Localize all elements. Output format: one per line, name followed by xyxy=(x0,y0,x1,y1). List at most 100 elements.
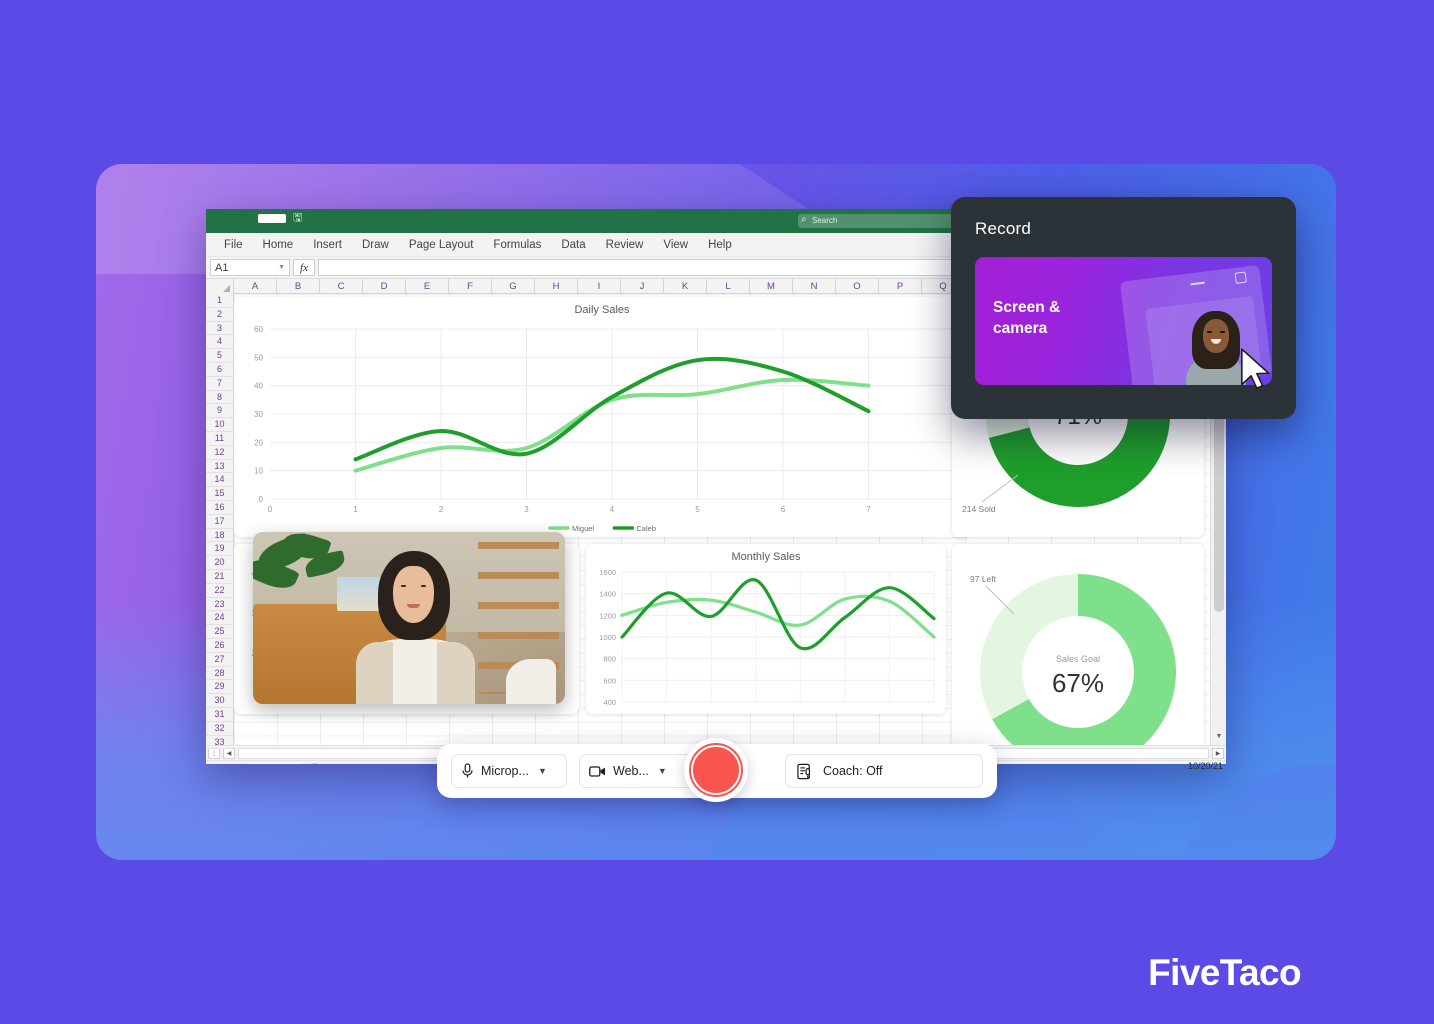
column-header[interactable]: H xyxy=(535,279,578,294)
coach-toggle[interactable]: Coach: Off xyxy=(785,754,983,788)
row-header[interactable]: 29 xyxy=(206,680,233,695)
row-header[interactable]: 23 xyxy=(206,598,233,612)
webcam-video-overlay[interactable] xyxy=(253,532,565,704)
svg-text:50: 50 xyxy=(254,353,263,362)
chevron-down-icon[interactable]: ▼ xyxy=(658,766,667,776)
row-header[interactable]: 10 xyxy=(206,418,233,432)
svg-text:214 Sold: 214 Sold xyxy=(962,504,996,514)
row-header[interactable]: 28 xyxy=(206,667,233,681)
camera-person-eye-right xyxy=(1220,331,1225,333)
row-header[interactable]: 21 xyxy=(206,570,233,584)
row-header[interactable]: 26 xyxy=(206,639,233,653)
ribbon-tab-review[interactable]: Review xyxy=(596,237,654,253)
insert-function-icon[interactable]: fx xyxy=(293,259,315,276)
svg-text:40: 40 xyxy=(254,382,263,391)
svg-text:800: 800 xyxy=(603,655,616,664)
row-header[interactable]: 5 xyxy=(206,349,233,363)
column-header[interactable]: A xyxy=(234,279,277,294)
add-sheet-button[interactable]: + xyxy=(307,763,323,764)
microphone-label: Microp... xyxy=(481,764,529,778)
row-header[interactable]: 22 xyxy=(206,584,233,598)
column-header[interactable]: P xyxy=(879,279,922,294)
chevron-down-icon[interactable]: ▼ xyxy=(278,264,285,271)
row-header[interactable]: 9 xyxy=(206,404,233,419)
ribbon-tab-draw[interactable]: Draw xyxy=(352,237,399,253)
quick-access-toolbar[interactable]: 🖫 xyxy=(258,213,302,224)
row-header[interactable]: 7 xyxy=(206,377,233,391)
ribbon-tab-view[interactable]: View xyxy=(653,237,698,253)
row-header[interactable]: 20 xyxy=(206,556,233,570)
svg-text:60: 60 xyxy=(254,325,263,334)
row-header[interactable]: 11 xyxy=(206,432,233,446)
chart-title-daily-sales: Daily Sales xyxy=(574,304,630,316)
row-header[interactable]: 30 xyxy=(206,694,233,708)
ribbon-tab-formulas[interactable]: Formulas xyxy=(483,237,551,253)
microphone-icon xyxy=(462,763,473,778)
microphone-selector[interactable]: Microp... ▼ xyxy=(451,754,567,788)
row-header[interactable]: 14 xyxy=(206,473,233,488)
chart-panel-donut-goal[interactable]: Sales Goal 67% 97 Left xyxy=(952,544,1204,745)
column-header[interactable]: O xyxy=(836,279,879,294)
ribbon-tab-data[interactable]: Data xyxy=(551,237,595,253)
ribbon-tab-file[interactable]: File xyxy=(214,237,253,253)
row-header[interactable]: 24 xyxy=(206,611,233,626)
svg-text:97 Left: 97 Left xyxy=(970,574,997,584)
column-header[interactable]: I xyxy=(578,279,621,294)
record-option-screen-and-camera[interactable]: Screen & camera xyxy=(975,257,1272,385)
column-header[interactable]: M xyxy=(750,279,793,294)
row-header[interactable]: 2 xyxy=(206,308,233,322)
row-header[interactable]: 15 xyxy=(206,487,233,501)
row-header[interactable]: 27 xyxy=(206,653,233,667)
chevron-down-icon[interactable]: ▼ xyxy=(538,766,547,776)
row-header[interactable]: 17 xyxy=(206,515,233,529)
column-header[interactable]: F xyxy=(449,279,492,294)
webcam-person-face xyxy=(393,566,434,624)
column-header[interactable]: K xyxy=(664,279,707,294)
row-header[interactable]: 33 xyxy=(206,736,233,750)
row-header[interactable]: 19 xyxy=(206,542,233,557)
ribbon-tab-page-layout[interactable]: Page Layout xyxy=(399,237,484,253)
chart-panel-daily-sales[interactable]: Daily Sales 0102030405060012345678Miguel… xyxy=(234,297,970,537)
camera-selector[interactable]: Web... ▼ xyxy=(579,754,695,788)
row-header[interactable]: 1 xyxy=(206,294,233,308)
column-header[interactable]: C xyxy=(320,279,363,294)
scroll-right-icon[interactable]: ▶ xyxy=(1212,747,1224,759)
select-all-corner[interactable] xyxy=(206,279,234,294)
row-header[interactable]: 4 xyxy=(206,335,233,350)
camera-label: Web... xyxy=(613,764,649,778)
row-header[interactable]: 31 xyxy=(206,708,233,722)
svg-text:6: 6 xyxy=(781,505,786,514)
name-box-value: A1 xyxy=(215,261,229,274)
column-header[interactable]: B xyxy=(277,279,320,294)
row-header[interactable]: 32 xyxy=(206,722,233,736)
record-button[interactable] xyxy=(684,738,748,802)
row-header[interactable]: 12 xyxy=(206,446,233,460)
donut-chart-goal: Sales Goal 67% 97 Left xyxy=(970,574,1176,745)
column-header[interactable]: D xyxy=(363,279,406,294)
row-header[interactable]: 13 xyxy=(206,460,233,474)
row-header[interactable]: 18 xyxy=(206,529,233,543)
column-header[interactable]: N xyxy=(793,279,836,294)
row-header[interactable]: 8 xyxy=(206,391,233,405)
status-date: 10/20/21 xyxy=(1188,761,1224,771)
chart-panel-monthly-sales[interactable]: Monthly Sales 400 600 800 1000 1200 1400 1600 xyxy=(586,544,946,714)
scroll-down-icon[interactable]: ▼ xyxy=(1211,729,1226,745)
ribbon-tab-home[interactable]: Home xyxy=(253,237,304,253)
sheet-tab-chart[interactable]: Chart xyxy=(248,762,302,764)
record-popover[interactable]: Record Screen & camera xyxy=(951,197,1296,419)
row-header[interactable]: 25 xyxy=(206,625,233,639)
column-header[interactable]: G xyxy=(492,279,535,294)
ribbon-tab-help[interactable]: Help xyxy=(698,237,742,253)
column-header[interactable]: J xyxy=(621,279,664,294)
save-icon[interactable]: 🖫 xyxy=(293,213,302,224)
column-header[interactable]: E xyxy=(406,279,449,294)
column-header[interactable]: L xyxy=(707,279,750,294)
ribbon-tab-insert[interactable]: Insert xyxy=(303,237,352,253)
row-header[interactable]: 6 xyxy=(206,363,233,377)
brand-logo: FiveTaco xyxy=(1148,952,1301,993)
autosave-toggle[interactable] xyxy=(258,214,286,223)
name-box[interactable]: A1 ▼ xyxy=(210,259,290,276)
row-header[interactable]: 16 xyxy=(206,501,233,515)
svg-text:20: 20 xyxy=(254,438,263,447)
row-header[interactable]: 3 xyxy=(206,322,233,336)
